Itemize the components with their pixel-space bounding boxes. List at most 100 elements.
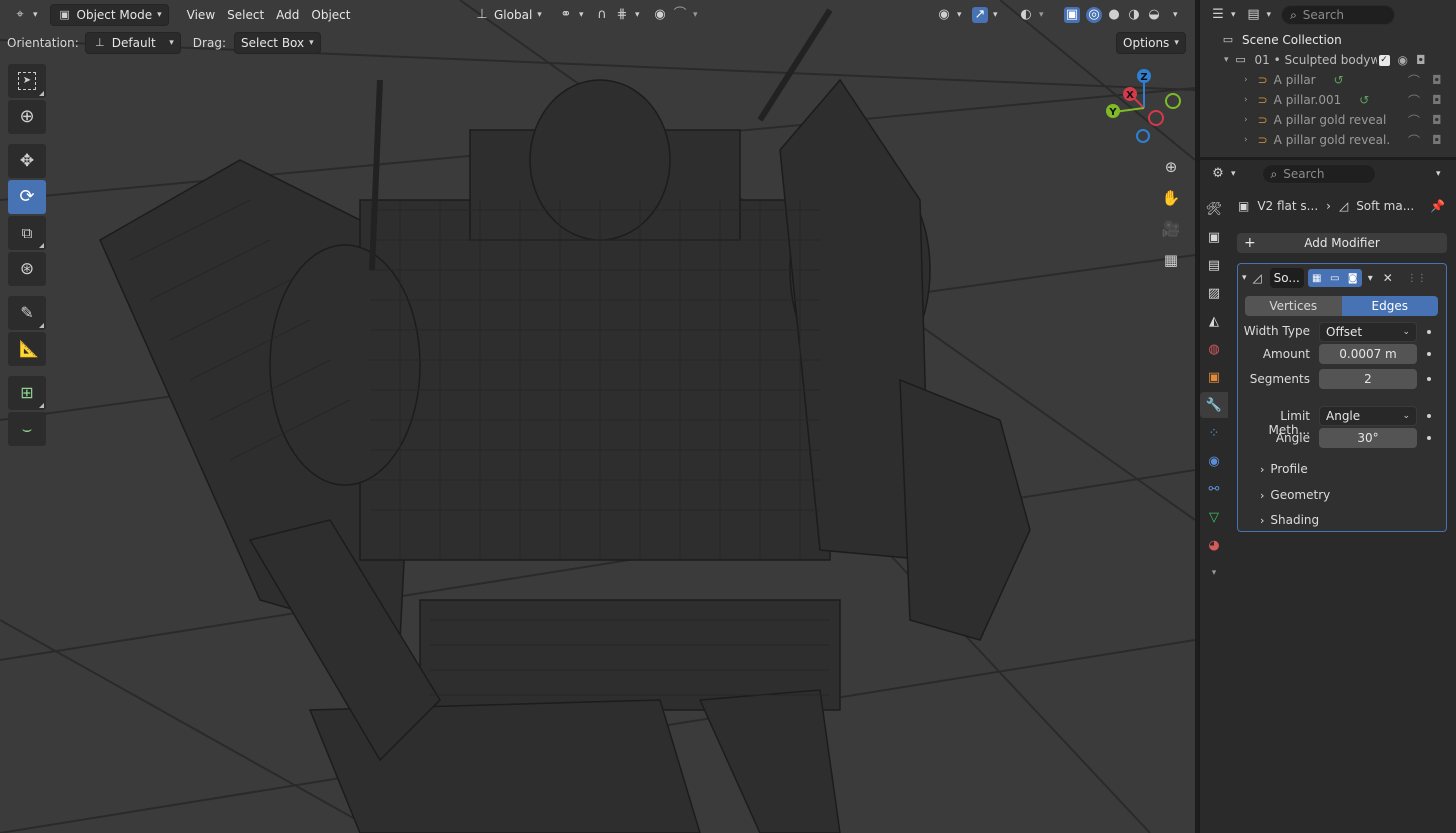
menu-add[interactable]: Add bbox=[270, 4, 305, 26]
render-toggle[interactable]: ◙ bbox=[1343, 269, 1362, 287]
menu-object[interactable]: Object bbox=[305, 4, 356, 26]
keyframe-dot[interactable] bbox=[1427, 352, 1431, 356]
keyframe-dot[interactable] bbox=[1427, 330, 1431, 334]
tab-physics[interactable]: ◉ bbox=[1200, 448, 1228, 474]
pin-icon[interactable]: 📌 bbox=[1430, 199, 1445, 213]
move-tool[interactable]: ✥ bbox=[8, 144, 46, 178]
navigation-gizmo[interactable]: Z X Y bbox=[1100, 64, 1190, 154]
outliner-editor-type-button[interactable]: ☰ ▾ bbox=[1208, 4, 1238, 26]
tab-output[interactable]: ▤ bbox=[1200, 252, 1228, 278]
outliner-item[interactable]: › ⊃ A pillar gold reveal. ⌒ ◘ bbox=[1200, 130, 1456, 150]
pivot-point-dropdown[interactable]: ⚭ ▾ bbox=[552, 4, 590, 26]
affect-vertices-button[interactable]: Vertices bbox=[1245, 296, 1342, 316]
xray-toggle[interactable]: ▣ bbox=[1058, 4, 1086, 26]
outliner-search-input[interactable]: ⌕ Search bbox=[1281, 5, 1396, 25]
tab-world[interactable]: ◍ bbox=[1200, 336, 1228, 362]
outliner-item[interactable]: › ⊃ A pillar.001 ↺ ⌒ ◘ bbox=[1200, 90, 1456, 110]
item-camera-icon[interactable]: ◘ bbox=[1432, 93, 1442, 107]
tab-particles[interactable]: ⁘ bbox=[1200, 420, 1228, 446]
transform-orientation-dropdown[interactable]: ⊥ Global ▾ bbox=[468, 4, 548, 26]
amount-field[interactable]: 0.0007 m bbox=[1319, 344, 1417, 364]
collection-eye-icon[interactable]: ◉ bbox=[1398, 53, 1408, 67]
drag-dropdown[interactable]: Select Box ▾ bbox=[233, 32, 321, 54]
editmode-toggle[interactable]: ▦ bbox=[1307, 269, 1326, 287]
item-eye-icon[interactable]: ⌒ bbox=[1408, 92, 1420, 109]
shading-wireframe-button[interactable]: ◎ bbox=[1084, 4, 1104, 26]
overlays-toggle[interactable]: ◐ ▾ bbox=[1012, 4, 1050, 26]
keyframe-dot[interactable] bbox=[1427, 377, 1431, 381]
properties-search-input[interactable]: ⌕ Search bbox=[1261, 164, 1376, 184]
measure-tool[interactable]: 📐 bbox=[8, 332, 46, 366]
options-chevron-icon[interactable]: ▾ bbox=[1436, 169, 1441, 179]
viewport-toggle[interactable]: ▭ bbox=[1325, 269, 1344, 287]
scale-tool[interactable]: ⧉ bbox=[8, 216, 46, 250]
gizmo-toggle[interactable]: ↗ ▾ bbox=[966, 4, 1004, 26]
width-type-dropdown[interactable]: Offset ⌄ bbox=[1319, 322, 1417, 342]
menu-select[interactable]: Select bbox=[221, 4, 270, 26]
collapse-chevron-icon[interactable]: ▾ bbox=[1242, 273, 1247, 283]
shading-options-dropdown[interactable]: ▾ bbox=[1166, 4, 1180, 26]
shading-material-button[interactable]: ◑ bbox=[1124, 4, 1144, 26]
item-eye-icon[interactable]: ⌒ bbox=[1408, 72, 1420, 89]
tab-scene[interactable]: ◭ bbox=[1200, 308, 1228, 334]
geometry-subpanel[interactable]: › Geometry bbox=[1260, 488, 1330, 502]
ortho-toggle-button[interactable]: ▦ bbox=[1158, 247, 1184, 273]
keyframe-dot[interactable] bbox=[1427, 436, 1431, 440]
pan-button[interactable]: ✋ bbox=[1158, 185, 1184, 211]
shading-subpanel[interactable]: › Shading bbox=[1260, 513, 1319, 527]
collection-checkbox[interactable]: ✓ bbox=[1378, 54, 1390, 66]
tab-more[interactable]: ▾ bbox=[1200, 560, 1228, 586]
select-box-tool[interactable]: ➤ bbox=[8, 64, 46, 98]
curve-tool[interactable]: ⌣ bbox=[8, 412, 46, 446]
tab-object[interactable]: ▣ bbox=[1200, 364, 1228, 390]
segments-field[interactable]: 2 bbox=[1319, 369, 1417, 389]
tab-tool[interactable]: 🛠 bbox=[1200, 196, 1228, 222]
item-eye-icon[interactable]: ⌒ bbox=[1408, 112, 1420, 129]
editor-type-button[interactable]: ⌖ ▾ bbox=[6, 4, 44, 26]
visibility-dropdown[interactable]: ◉ ▾ bbox=[930, 4, 968, 26]
proportional-edit-toggle[interactable]: ◉ ⌒ ▾ bbox=[646, 4, 704, 26]
modifier-name-field[interactable]: So... bbox=[1269, 268, 1304, 288]
properties-editor-type-button[interactable]: ⚙ ▾ bbox=[1208, 163, 1238, 185]
item-eye-icon[interactable]: ⌒ bbox=[1408, 132, 1420, 149]
collection-row[interactable]: ▾ ▭ 01 • Sculpted bodywor ✓ ◉ ◘ bbox=[1200, 50, 1456, 70]
3d-viewport[interactable]: ⌖ ▾ ▣ Object Mode ▾ View Select Add Objec… bbox=[0, 0, 1195, 833]
add-cube-tool[interactable]: ⊞ bbox=[8, 376, 46, 410]
zoom-button[interactable]: ⊕ bbox=[1158, 154, 1184, 180]
orientation-dropdown[interactable]: ⊥ Default ▾ bbox=[84, 32, 181, 54]
tab-constraints[interactable]: ⚯ bbox=[1200, 476, 1228, 502]
add-modifier-button[interactable]: + Add Modifier bbox=[1237, 233, 1447, 253]
tab-view-layer[interactable]: ▨ bbox=[1200, 280, 1228, 306]
tab-data[interactable]: ▽ bbox=[1200, 504, 1228, 530]
outliner-item[interactable]: › ⊃ A pillar ↺ ⌒ ◘ bbox=[1200, 70, 1456, 90]
snap-toggle[interactable]: ∩ ⋕ ▾ bbox=[588, 4, 646, 26]
tab-render[interactable]: ▣ bbox=[1200, 224, 1228, 250]
item-camera-icon[interactable]: ◘ bbox=[1432, 133, 1442, 147]
mode-dropdown[interactable]: ▣ Object Mode ▾ bbox=[49, 4, 169, 26]
close-icon[interactable]: ✕ bbox=[1383, 271, 1393, 285]
limit-method-dropdown[interactable]: Angle ⌄ bbox=[1319, 406, 1417, 426]
collection-camera-icon[interactable]: ◘ bbox=[1416, 53, 1426, 67]
annotate-tool[interactable]: ✎ bbox=[8, 296, 46, 330]
item-camera-icon[interactable]: ◘ bbox=[1432, 113, 1442, 127]
angle-field[interactable]: 30° bbox=[1319, 428, 1417, 448]
camera-view-button[interactable]: 🎥 bbox=[1158, 216, 1184, 242]
tab-modifiers[interactable]: 🔧 bbox=[1200, 392, 1228, 418]
keyframe-dot[interactable] bbox=[1427, 414, 1431, 418]
item-camera-icon[interactable]: ◘ bbox=[1432, 73, 1442, 87]
outliner-item[interactable]: › ⊃ A pillar gold reveal ⌒ ◘ bbox=[1200, 110, 1456, 130]
tab-material[interactable]: ◕ bbox=[1200, 532, 1228, 558]
rotate-tool[interactable]: ⟳ bbox=[8, 180, 46, 214]
drag-handle-icon[interactable]: ⋮⋮ bbox=[1407, 273, 1427, 284]
modifier-menu-chevron-icon[interactable]: ▾ bbox=[1368, 273, 1373, 284]
profile-subpanel[interactable]: › Profile bbox=[1260, 462, 1308, 476]
shading-rendered-button[interactable]: ◒ bbox=[1144, 4, 1164, 26]
shading-solid-button[interactable]: ● bbox=[1104, 4, 1124, 26]
scene-collection-row[interactable]: ▭ Scene Collection bbox=[1200, 30, 1456, 50]
menu-view[interactable]: View bbox=[181, 4, 221, 26]
cursor-tool[interactable]: ⊕ bbox=[8, 100, 46, 134]
transform-tool[interactable]: ⊛ bbox=[8, 252, 46, 286]
options-dropdown[interactable]: Options ▾ bbox=[1116, 32, 1186, 54]
display-mode-button[interactable]: ▤ ▾ bbox=[1244, 4, 1274, 26]
affect-edges-button[interactable]: Edges bbox=[1341, 296, 1438, 316]
